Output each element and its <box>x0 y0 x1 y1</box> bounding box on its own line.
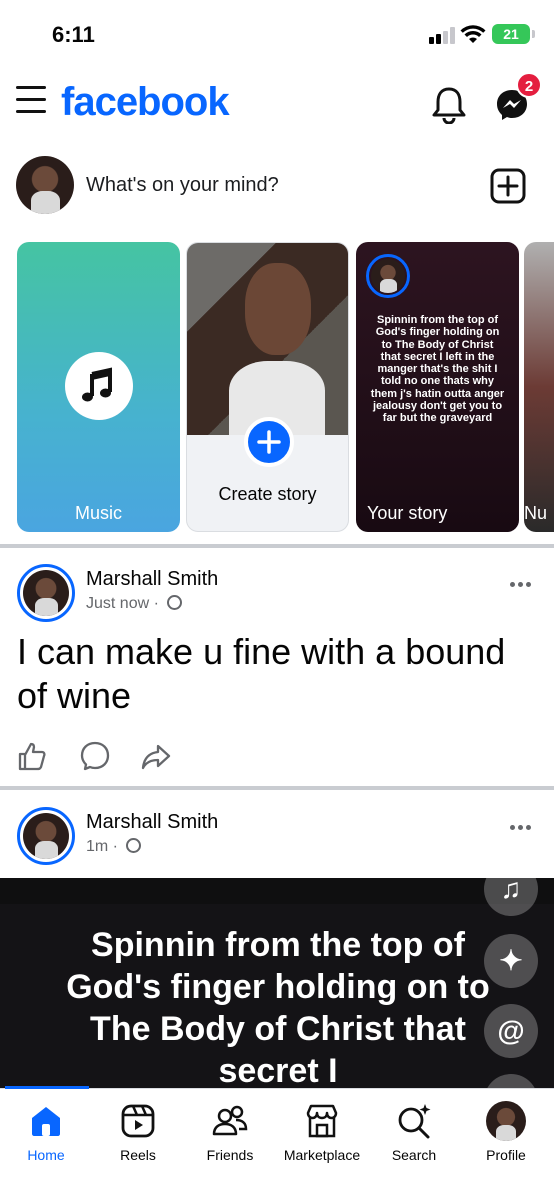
post-time: Just now <box>86 595 150 612</box>
battery-icon: 21 <box>492 24 535 44</box>
tab-label: Reels <box>120 1147 156 1163</box>
tab-label: Profile <box>486 1147 526 1163</box>
story-music[interactable]: Music <box>17 242 180 532</box>
post-header: Marshall Smith Just now · <box>0 564 554 634</box>
messenger-badge: 2 <box>516 72 542 98</box>
globe-icon <box>126 838 142 853</box>
plus-icon[interactable] <box>244 417 294 467</box>
tab-label: Search <box>391 1147 437 1163</box>
more-options-icon[interactable] <box>510 574 536 587</box>
story-avatar-ring <box>366 254 410 298</box>
your-story-card[interactable]: Spinnin from the top of God's finger hol… <box>356 242 519 532</box>
like-icon[interactable] <box>17 740 47 772</box>
menu-icon[interactable] <box>16 86 46 116</box>
marketplace-icon <box>306 1104 338 1138</box>
status-bar: 6:11 21 <box>0 0 554 64</box>
music-note-icon <box>65 352 133 420</box>
story-label: Nu <box>524 503 548 523</box>
section-divider <box>0 786 554 790</box>
music-note-icon[interactable]: ♫ <box>484 878 538 916</box>
avatar <box>371 259 405 293</box>
video-caption: Spinnin from the top of God's finger hol… <box>66 926 490 1090</box>
create-story-card[interactable]: Create story <box>186 242 349 532</box>
avatar <box>23 813 69 859</box>
tab-label: Friends <box>206 1147 254 1163</box>
author-avatar[interactable] <box>17 807 75 865</box>
post-text: I can make u fine with a bound of wine <box>17 631 506 716</box>
search-icon <box>398 1104 431 1139</box>
story-next[interactable]: Nu <box>524 242 554 532</box>
reels-icon <box>121 1104 155 1138</box>
create-story-label: Create story <box>218 484 317 504</box>
tab-reels[interactable]: Reels <box>92 1089 184 1179</box>
comment-icon[interactable] <box>80 741 110 771</box>
avatar[interactable] <box>16 156 74 214</box>
facebook-logo[interactable]: facebook <box>61 80 230 125</box>
post-composer[interactable]: What's on your mind? <box>0 150 554 226</box>
post-meta: 1m · <box>86 838 142 856</box>
tab-search[interactable]: Search <box>368 1089 460 1179</box>
tab-friends[interactable]: Friends <box>184 1089 276 1179</box>
signal-icon <box>429 26 457 44</box>
post-author[interactable]: Marshall Smith <box>86 811 218 834</box>
story-label: Music <box>74 503 122 523</box>
composer-prompt[interactable]: What's on your mind? <box>86 174 279 197</box>
post-author[interactable]: Marshall Smith <box>86 568 218 591</box>
at-icon[interactable]: @ <box>484 1004 538 1058</box>
tab-label: Marketplace <box>283 1147 361 1163</box>
author-avatar[interactable] <box>17 564 75 622</box>
avatar <box>23 570 69 616</box>
notifications-bell-icon[interactable] <box>430 84 468 124</box>
story-label: Your story <box>367 503 448 523</box>
add-post-icon[interactable] <box>490 168 526 204</box>
post-actions <box>0 740 554 776</box>
home-icon <box>32 1107 60 1136</box>
friends-icon <box>212 1105 248 1136</box>
tab-label: Home <box>27 1147 65 1163</box>
post-meta: Just now · <box>86 595 183 613</box>
more-options-icon[interactable] <box>510 817 536 830</box>
sparkle-icon[interactable]: ✦ <box>484 934 538 988</box>
profile-photo <box>187 243 348 435</box>
wifi-icon <box>460 25 486 43</box>
share-icon[interactable] <box>141 743 171 771</box>
story-text: Spinnin from the top of God's finger hol… <box>370 314 505 425</box>
tab-home[interactable]: Home <box>0 1089 92 1179</box>
tab-marketplace[interactable]: Marketplace <box>276 1089 368 1179</box>
stories-tray: Music Create story Spinnin from the top … <box>0 242 554 534</box>
profile-avatar <box>486 1101 526 1141</box>
app-header: facebook 2 <box>0 68 554 144</box>
globe-icon <box>167 595 183 610</box>
post-header: Marshall Smith 1m · <box>0 807 554 877</box>
post-video[interactable]: Spinnin from the top of God's finger hol… <box>0 878 554 1090</box>
section-divider <box>0 544 554 548</box>
tab-profile[interactable]: Profile <box>460 1089 552 1179</box>
bottom-nav: Home Reels Friends Marketplace Search Pr… <box>0 1086 554 1200</box>
status-time: 6:11 <box>52 22 95 47</box>
post-time: 1m <box>86 838 109 855</box>
